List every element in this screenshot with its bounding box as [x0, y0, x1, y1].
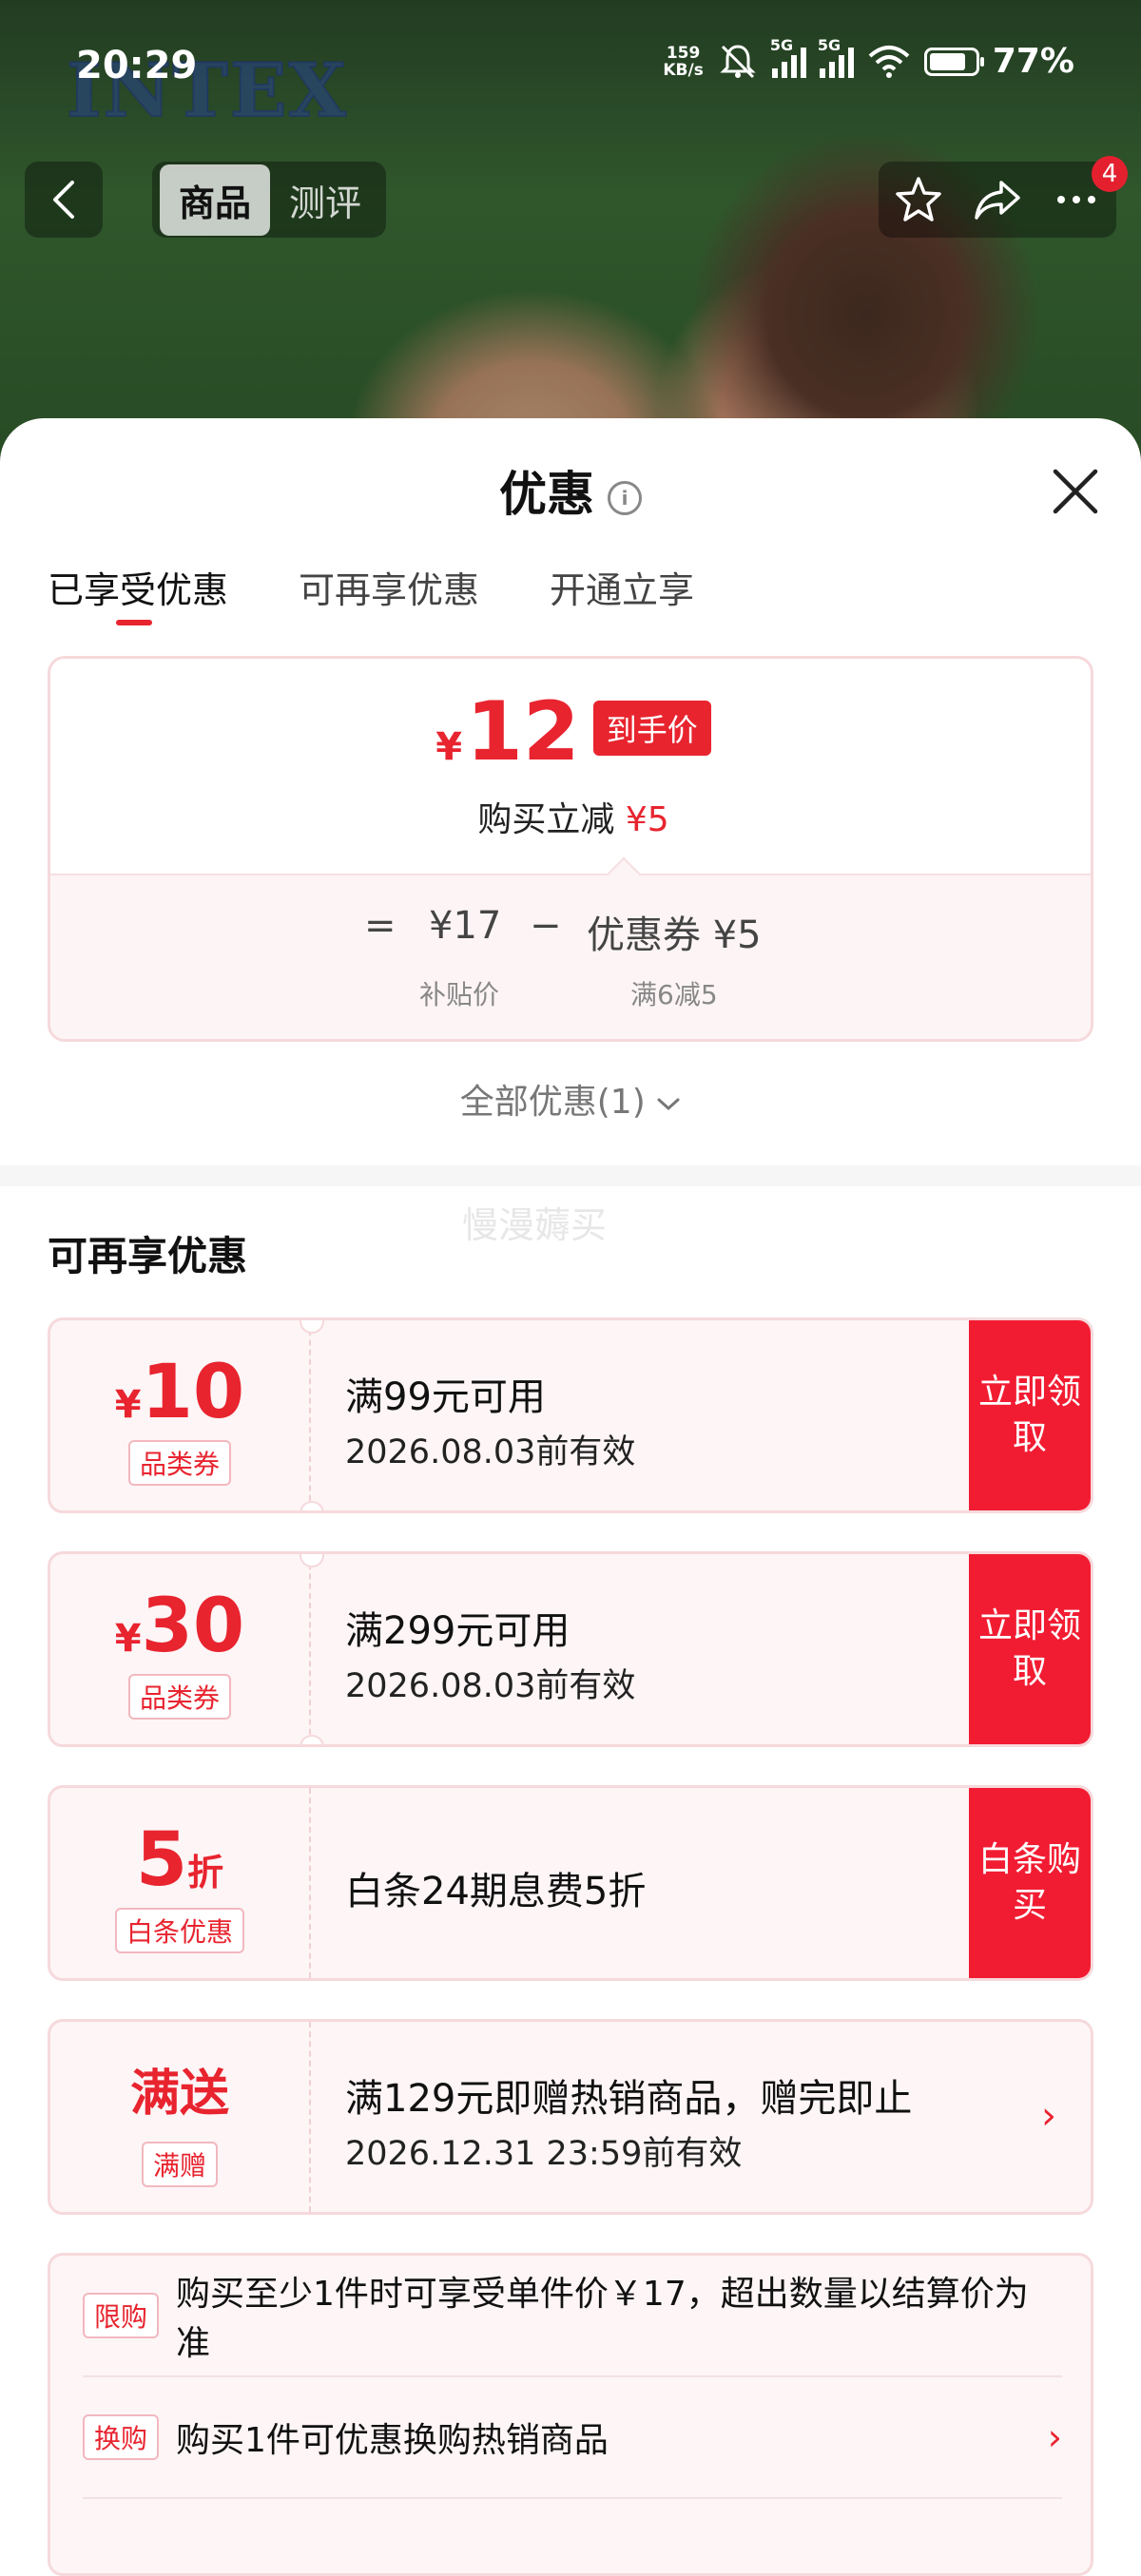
coupon-type-badge: 品类券 [127, 1674, 232, 1720]
gift-offer-value: 满送 满赠 [50, 2022, 311, 2212]
instant-reduction: 购买立减 ¥5 [50, 792, 1091, 841]
star-icon[interactable] [892, 173, 945, 226]
rule-tag: 换购 [83, 2414, 160, 2460]
network-speed: 159 KB/s [663, 45, 703, 79]
status-time: 20:29 [76, 44, 198, 87]
gift-label: 满送 [129, 2066, 229, 2123]
calc-base-price: ¥17 [429, 904, 502, 948]
installment-offer-desc: 白条24期息费5折 [345, 1870, 647, 1913]
price-breakdown: = ¥17 − 优惠券 ¥5 补贴价 满6减5 [50, 874, 1091, 1039]
tab-enjoyed[interactable]: 已享受优惠 [48, 561, 228, 625]
rule-text: 购买1件可优惠换购热销商品 [176, 2421, 609, 2460]
status-bar: 20:29 159 KB/s 5G 5G 77% [0, 36, 1141, 105]
coupon-rule-label: 满6减5 [630, 979, 718, 1010]
gift-offer-expiry: 2026.12.31 23:59前有效 [345, 2135, 743, 2173]
section-divider [0, 1165, 1141, 1186]
discount-unit: 折 [187, 1852, 224, 1894]
currency-symbol: ¥ [114, 1383, 142, 1427]
coupon-card: ¥10 品类券 满99元可用 2026.08.03前有效 立即领取 [48, 1317, 1093, 1513]
chevron-right-icon: › [1041, 2094, 1056, 2138]
rule-text: 购买至少1件时可享受单件价￥17，超出数量以结算价为准 [176, 2275, 1029, 2363]
section-title: 可再享优惠 [48, 1233, 248, 1279]
offer-type-badge: 白条优惠 [114, 1908, 245, 1953]
chevron-right-icon: › [1047, 2416, 1062, 2458]
coupon-expiry: 2026.08.03前有效 [345, 1433, 636, 1471]
sheet-title-text: 优惠 [499, 467, 594, 522]
notification-badge: 4 [1092, 156, 1128, 192]
coupon-expiry: 2026.08.03前有效 [345, 1667, 636, 1705]
gift-offer-card[interactable]: 满送 满赠 满129元即赠热销商品，赠完即止 2026.12.31 23:59前… [48, 2019, 1093, 2215]
coupon-amount-value: 10 [141, 1350, 245, 1435]
claim-coupon-button[interactable]: 立即领取 [969, 1320, 1091, 1510]
gift-offer-label: 满送 [50, 2056, 309, 2132]
battery-icon [923, 47, 984, 76]
installment-offer-card: 5折 白条优惠 白条24期息费5折 白条购买 [48, 1785, 1093, 1981]
tab-review[interactable]: 测评 [276, 164, 375, 236]
offers-sheet: 优惠 i 已享受优惠 可再享优惠 开通立享 ¥ 12 到手价 购买立减 ¥5 = … [0, 418, 1141, 2538]
coupon-card: ¥30 品类券 满299元可用 2026.08.03前有效 立即领取 [48, 1551, 1093, 1747]
final-price-card: ¥ 12 到手价 购买立减 ¥5 = ¥17 − 优惠券 ¥5 补贴价 满6减5 [48, 656, 1093, 1042]
network-type-1: 5G [769, 35, 794, 54]
offer-tabs: 已享受优惠 可再享优惠 开通立享 [48, 561, 694, 625]
mute-bell-icon [720, 44, 756, 78]
final-price: ¥ 12 到手价 [50, 684, 1091, 779]
calc-equals: = [364, 904, 396, 948]
sheet-title: 优惠 i [0, 456, 1141, 525]
coupon-condition: 满299元可用 [345, 1609, 570, 1653]
claim-coupon-button[interactable]: 立即领取 [969, 1554, 1091, 1744]
installment-discount: 5折 [50, 1822, 309, 1898]
installment-offer-value: 5折 白条优惠 [50, 1788, 311, 1978]
reduction-amount: ¥5 [625, 800, 669, 839]
chevron-left-icon [53, 181, 74, 219]
chevron-down-icon [657, 1098, 680, 1111]
purchase-rules-card: 限购 购买至少1件时可享受单件价￥17，超出数量以结算价为准 换购 购买1件可优… [48, 2253, 1093, 2576]
rule-item-exchange[interactable]: 换购 购买1件可优惠换购热销商品 › [83, 2377, 1062, 2497]
signal-icon: 5G [818, 36, 854, 78]
base-price-label: 补贴价 [419, 979, 500, 1010]
coupon-type-badge: 品类券 [127, 1440, 232, 1486]
gift-offer-condition: 满129元即赠热销商品，赠完即止 [345, 2077, 913, 2121]
battery-level: 77% [992, 42, 1074, 81]
rule-item-limit: 限购 购买至少1件时可享受单件价￥17，超出数量以结算价为准 [83, 2256, 1062, 2375]
coupon-value: ¥30 品类券 [50, 1554, 311, 1744]
coupon-value: ¥10 品类券 [50, 1320, 311, 1510]
currency-symbol: ¥ [114, 1617, 142, 1661]
calc-minus: − [530, 904, 562, 948]
close-icon[interactable] [1050, 466, 1101, 517]
final-price-tag: 到手价 [592, 701, 711, 756]
signal-icon: 5G [770, 36, 806, 78]
speed-value: 159 [666, 43, 701, 63]
coupon-amount-value: 30 [141, 1584, 245, 1669]
status-icons: 159 KB/s 5G 5G 77% [663, 36, 1074, 82]
tab-more-offers[interactable]: 可再享优惠 [299, 561, 479, 613]
rule-divider [83, 2497, 1062, 2499]
all-offers-toggle[interactable]: 全部优惠(1) [0, 1074, 1141, 1124]
offer-type-badge: 满赠 [141, 2142, 219, 2187]
network-type-2: 5G [817, 35, 841, 54]
coupon-condition: 满99元可用 [345, 1375, 546, 1419]
back-button[interactable] [25, 162, 103, 238]
reduction-label: 购买立减 [477, 800, 615, 839]
speed-unit: KB/s [663, 60, 704, 80]
page-tab-switch: 商品 测评 [152, 162, 386, 238]
tab-goods[interactable]: 商品 [160, 163, 271, 236]
nav-actions [879, 162, 1116, 238]
coupon-amount: ¥30 [50, 1588, 309, 1664]
discount-value: 5 [135, 1817, 188, 1903]
calc-coupon: 优惠券 ¥5 [587, 913, 762, 957]
all-offers-label: 全部优惠(1) [459, 1083, 646, 1122]
rule-tag: 限购 [83, 2293, 160, 2338]
wifi-icon [868, 45, 910, 78]
coupon-amount: ¥10 [50, 1355, 309, 1431]
watermark-text: 慢漫薅买 [462, 1204, 608, 1246]
share-icon[interactable] [971, 173, 1024, 226]
info-icon[interactable]: i [608, 481, 642, 515]
coupon-notch [300, 1501, 324, 1510]
coupon-notch [300, 1735, 324, 1744]
final-price-value: 12 [466, 684, 580, 779]
baitiao-buy-button[interactable]: 白条购买 [969, 1788, 1091, 1978]
currency-symbol: ¥ [435, 725, 463, 769]
tab-activate[interactable]: 开通立享 [550, 561, 694, 613]
